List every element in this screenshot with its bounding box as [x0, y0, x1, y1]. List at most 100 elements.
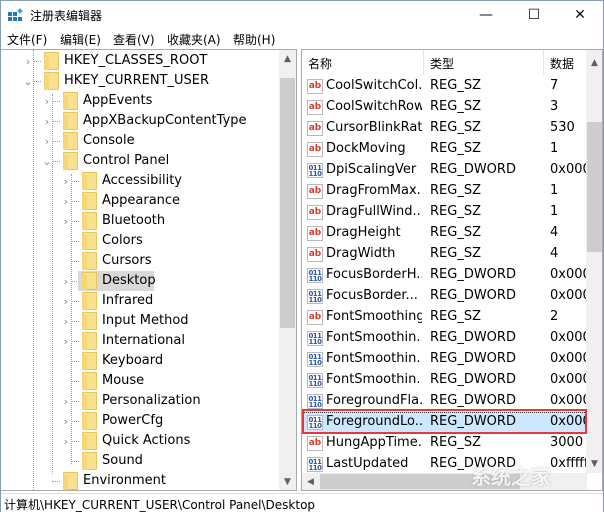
chevron-right-icon[interactable]: ›	[23, 51, 33, 71]
value-data: 1	[550, 183, 559, 198]
value-name: FontSmoothin...	[326, 330, 422, 345]
value-row[interactable]: ab DragWidth REG_SZ 4	[302, 244, 587, 265]
chevron-right-icon[interactable]: ›	[61, 411, 71, 431]
menu-view[interactable]: 查看(V)	[113, 31, 155, 48]
maximize-button[interactable]: ☐	[511, 1, 557, 29]
tree-item[interactable]: › Quick Actions	[1, 431, 279, 451]
tree-item-label: Control Panel	[83, 153, 170, 168]
chevron-right-icon[interactable]: ›	[61, 291, 71, 311]
tree-connector	[71, 401, 79, 402]
tree-item[interactable]: Environment	[1, 471, 279, 490]
tree-item[interactable]: › Input Method	[1, 311, 279, 331]
value-row[interactable]: ab CoolSwitchRows REG_SZ 3	[302, 97, 587, 118]
tree-item[interactable]: › International	[1, 331, 279, 351]
value-row[interactable]: 011 110FontSmoothin... REG_DWORD 0x0000	[302, 370, 588, 391]
chevron-down-icon[interactable]: ⌄	[42, 151, 52, 171]
tree-item-label: HKEY_CURRENT_USER	[64, 73, 210, 88]
value-row[interactable]: ab CoolSwitchCol... REG_SZ 7	[302, 76, 587, 97]
values-scroll-up-icon[interactable]: ▲	[586, 54, 602, 71]
dword-value-icon: 011 110	[307, 331, 323, 346]
folder-icon	[63, 112, 78, 130]
tree-item[interactable]: › AppEvents	[1, 91, 279, 111]
tree-scroll-thumb[interactable]	[280, 78, 295, 328]
tree-item[interactable]: › Bluetooth	[1, 211, 279, 231]
value-row[interactable]: 011 110LastUpdated REG_DWORD 0xffffff	[302, 454, 588, 475]
minimize-button[interactable]: —	[463, 1, 509, 29]
value-row[interactable]: 011 110FontSmoothin... REG_DWORD 0x0000	[302, 328, 588, 349]
value-data: 1	[550, 141, 559, 156]
chevron-right-icon[interactable]: ›	[61, 311, 71, 331]
column-name[interactable]: 名称	[302, 50, 424, 75]
scroll-left-icon[interactable]: ◀	[302, 473, 319, 490]
scroll-down-icon[interactable]: ▼	[279, 473, 296, 490]
chevron-right-icon[interactable]: ›	[61, 271, 71, 291]
tree-item[interactable]: › AppXBackupContentType	[1, 111, 279, 131]
value-name: DragFullWind...	[326, 204, 422, 219]
value-row[interactable]: ab FontSmoothing REG_SZ 2	[302, 307, 587, 328]
values-vertical-scrollbar[interactable]: ▲ ▼	[586, 50, 602, 473]
dword-value-icon: 011 110	[307, 163, 323, 178]
tree-item[interactable]: › Console	[1, 131, 279, 151]
value-row[interactable]: ab DockMoving REG_SZ 1	[302, 139, 587, 160]
tree-item[interactable]: › Infrared	[1, 291, 279, 311]
values-hscroll-thumb[interactable]	[320, 474, 520, 489]
folder-icon	[44, 72, 59, 90]
scroll-up-icon[interactable]: ▲	[279, 50, 296, 67]
tree-item[interactable]: › HKEY_CLASSES_ROOT	[1, 51, 279, 71]
tree-item[interactable]: ⌄ HKEY_CURRENT_USER	[1, 71, 279, 91]
dword-value-icon: 011 110	[307, 289, 323, 304]
value-data: 0x0000	[550, 330, 588, 345]
value-row[interactable]: 011 110DpiScalingVer REG_DWORD 0x0000	[302, 160, 588, 181]
value-row[interactable]: ab DragFullWind... REG_SZ 1	[302, 202, 587, 223]
menu-edit[interactable]: 编辑(E)	[60, 31, 101, 48]
chevron-right-icon[interactable]: ›	[61, 191, 71, 211]
chevron-right-icon[interactable]: ›	[61, 211, 71, 231]
chevron-right-icon[interactable]: ›	[61, 331, 71, 351]
string-value-icon: ab	[307, 121, 323, 136]
value-type: REG_SZ	[430, 141, 481, 156]
value-row[interactable]: 011 110ForegroundFla... REG_DWORD 0x0000	[302, 391, 588, 412]
values-horizontal-scrollbar[interactable]: ◀	[302, 473, 587, 490]
value-row[interactable]: ab DragHeight REG_SZ 4	[302, 223, 587, 244]
column-data[interactable]: 数据	[544, 50, 588, 75]
value-row[interactable]: 011 110FontSmoothin... REG_DWORD 0x0000	[302, 349, 588, 370]
chevron-right-icon[interactable]: ›	[42, 91, 52, 111]
chevron-right-icon[interactable]: ›	[42, 131, 52, 151]
values-scroll-down-icon[interactable]: ▼	[586, 455, 602, 472]
menu-file[interactable]: 文件(F)	[7, 31, 47, 48]
tree-item[interactable]: Keyboard	[1, 351, 279, 371]
value-row[interactable]: ab CursorBlinkRate REG_SZ 530	[302, 118, 587, 139]
tree-item[interactable]: › Appearance	[1, 191, 279, 211]
tree-item[interactable]: ⌄ Control Panel	[1, 151, 279, 171]
tree-item-label: International	[102, 333, 185, 348]
chevron-down-icon[interactable]: ⌄	[23, 71, 33, 91]
tree-item[interactable]: Mouse	[1, 371, 279, 391]
value-row[interactable]: 011 110FocusBorderH... REG_DWORD 0x0000	[302, 265, 588, 286]
chevron-right-icon[interactable]: ›	[42, 111, 52, 131]
tree-item-label: Sound	[102, 453, 143, 468]
chevron-right-icon[interactable]: ›	[61, 431, 71, 451]
tree-item[interactable]: › Personalization	[1, 391, 279, 411]
value-row[interactable]: 011 110FocusBorder... REG_DWORD 0x0000	[302, 286, 588, 307]
tree-item[interactable]: › PowerCfg	[1, 411, 279, 431]
value-name: DockMoving	[326, 141, 406, 156]
menu-help[interactable]: 帮助(H)	[233, 31, 275, 48]
value-type: REG_SZ	[430, 120, 481, 135]
tree-item[interactable]: › Desktop	[1, 271, 279, 291]
chevron-right-icon[interactable]: ›	[61, 391, 71, 411]
tree-connector	[52, 481, 60, 482]
column-type[interactable]: 类型	[424, 50, 544, 75]
tree-item[interactable]: Cursors	[1, 251, 279, 271]
tree-item[interactable]: Sound	[1, 451, 279, 471]
close-button[interactable]: ✕	[557, 1, 603, 29]
tree-item[interactable]: › Accessibility	[1, 171, 279, 191]
menu-favorites[interactable]: 收藏夹(A)	[167, 31, 221, 48]
value-row[interactable]: ab DragFromMax... REG_SZ 1	[302, 181, 587, 202]
tree-vertical-scrollbar[interactable]: ▲ ▼	[279, 50, 296, 490]
chevron-right-icon[interactable]: ›	[61, 171, 71, 191]
value-row[interactable]: ab HungAppTime... REG_SZ 3000	[302, 433, 587, 454]
value-row[interactable]: 011 110 ForegroundLo... REG_DWORD 0x000	[302, 412, 588, 433]
values-scroll-thumb[interactable]	[587, 122, 602, 252]
tree-item[interactable]: Colors	[1, 231, 279, 251]
dword-value-icon: 011 110	[307, 394, 323, 409]
